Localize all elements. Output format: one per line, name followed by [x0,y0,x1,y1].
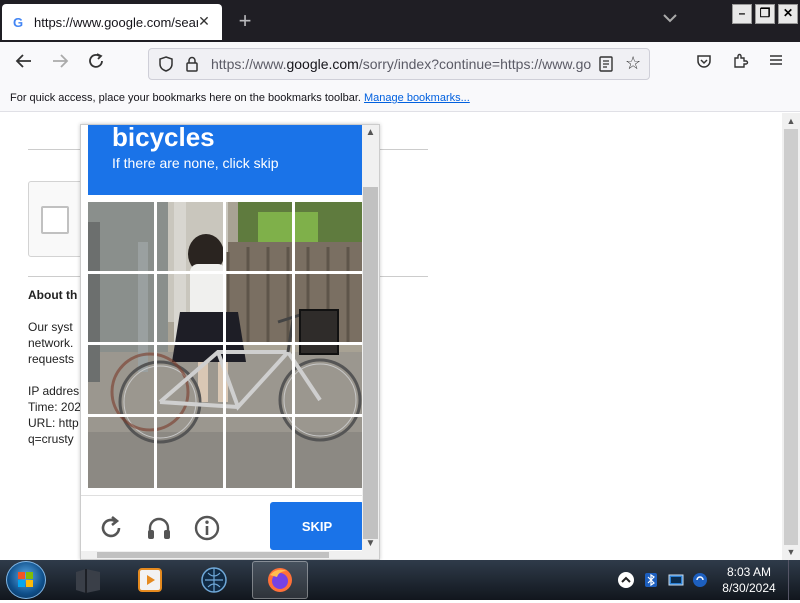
manage-bookmarks-link[interactable]: Manage bookmarks... [364,92,470,104]
active-tab[interactable]: G https://www.google.com/search?q=crusty… [2,4,222,40]
info-line: Time: 202 [28,400,81,414]
captcha-tile-grid [88,202,364,488]
hamburger-menu-icon [770,55,782,65]
taskbar-app-files[interactable] [60,561,116,599]
captcha-tile[interactable] [157,202,226,274]
clock-time: 8:03 AM [726,565,772,579]
body-line: requests [28,352,75,366]
forward-button[interactable] [46,50,74,78]
captcha-tile[interactable] [88,345,157,417]
taskbar-app-network[interactable] [186,561,242,599]
info-line: URL: http [28,416,79,430]
captcha-scrollbar[interactable]: ▲ ▼ [362,125,379,559]
scrollbar-thumb[interactable] [363,187,378,539]
show-desktop-button[interactable] [788,560,800,600]
list-all-tabs-icon[interactable] [660,12,680,32]
body-line: network. [28,336,74,350]
tab-title: https://www.google.com/search?q=crusty [34,14,198,30]
bookmark-star-icon[interactable]: ☆ [625,53,641,74]
taskbar: 8:03 AM 8/30/2024 [0,560,800,600]
captcha-target-word: bicycles [112,124,215,152]
captcha-tile[interactable] [157,345,226,417]
captcha-tile[interactable] [88,416,157,488]
bookmarks-hint-text: For quick access, place your bookmarks h… [10,92,361,104]
captcha-image [88,202,364,488]
lock-icon[interactable] [183,55,201,73]
captcha-tile[interactable] [226,202,295,274]
new-tab-button[interactable]: + [232,8,258,34]
scroll-down-arrow-icon[interactable]: ▼ [782,547,800,557]
page-scrollbar[interactable]: ▲ ▼ [782,113,800,560]
tab-bar: G https://www.google.com/search?q=crusty… [0,0,800,42]
scroll-down-arrow-icon[interactable]: ▼ [362,538,379,549]
restore-button[interactable]: ❐ [755,4,775,24]
folder-icon [76,569,100,593]
info-line: IP addres [28,384,80,398]
captcha-tile[interactable] [226,273,295,345]
back-button[interactable] [10,50,38,78]
media-player-icon [138,568,162,592]
captcha-horizontal-scrollbar[interactable] [81,551,364,559]
google-favicon-icon: G [12,14,24,30]
recaptcha-checkbox-card[interactable] [28,181,88,257]
url-text[interactable]: https://www.google.com/sorry/index?conti… [211,56,591,72]
scrollbar-thumb[interactable] [784,129,798,545]
network-monitor-icon[interactable] [668,572,684,588]
captcha-tile[interactable] [88,202,157,274]
captcha-tile[interactable] [226,416,295,488]
app-menu-button[interactable] [764,52,788,76]
captcha-instruction: If there are none, click skip [112,155,279,171]
captcha-tile[interactable] [157,416,226,488]
reload-icon [89,53,103,68]
captcha-tile[interactable] [295,345,364,417]
recaptcha-checkbox[interactable] [41,206,69,234]
scrollbar-thumb[interactable] [97,552,329,558]
puzzle-piece-icon [734,53,749,68]
address-bar[interactable]: https://www.google.com/sorry/index?conti… [148,48,650,80]
clock-date: 8/30/2024 [722,581,776,595]
taskbar-app-firefox[interactable] [252,561,308,599]
headphones-icon[interactable] [145,514,173,542]
captcha-tile[interactable] [226,345,295,417]
body-line: Our syst [28,320,73,334]
start-button[interactable] [6,561,46,599]
firefox-icon [268,568,292,592]
forward-arrow-icon [53,54,69,68]
info-line: q=crusty [28,432,74,446]
close-window-button[interactable]: ✕ [778,4,798,24]
reader-view-icon[interactable] [597,55,615,73]
minimize-button[interactable]: – [732,4,752,24]
windows-logo-icon [18,572,33,587]
show-hidden-icons-icon[interactable] [617,571,635,589]
pocket-button[interactable] [692,52,716,76]
pocket-icon [697,55,711,68]
captcha-tile[interactable] [295,417,364,489]
globe-icon [201,567,227,593]
reload-challenge-icon[interactable] [97,514,125,542]
info-icon[interactable] [193,514,221,542]
reload-button[interactable] [82,50,110,78]
scroll-up-arrow-icon[interactable]: ▲ [782,116,800,126]
bookmarks-toolbar: For quick access, place your bookmarks h… [0,86,800,112]
back-arrow-icon [15,54,31,68]
navigation-toolbar: https://www.google.com/sorry/index?conti… [0,42,800,86]
volume-icon[interactable] [692,572,708,588]
captcha-tile[interactable] [295,274,364,345]
captcha-tile[interactable] [157,273,226,345]
captcha-header: bicycles If there are none, click skip [88,125,364,195]
about-heading: About th [28,288,78,302]
captcha-tile[interactable] [295,202,364,274]
tracking-protection-shield-icon[interactable] [157,55,175,73]
skip-button[interactable]: SKIP [270,502,364,550]
taskbar-app-media-player[interactable] [122,561,178,599]
captcha-tile[interactable] [88,273,157,345]
bluetooth-icon[interactable] [643,572,659,588]
extensions-button[interactable] [728,52,752,76]
tab-close-icon[interactable]: ✕ [196,13,212,29]
scroll-up-arrow-icon[interactable]: ▲ [362,127,379,138]
system-clock[interactable]: 8:03 AM 8/30/2024 [712,564,786,596]
captcha-challenge-popup: bicycles If there are none, click skip S… [80,124,380,560]
